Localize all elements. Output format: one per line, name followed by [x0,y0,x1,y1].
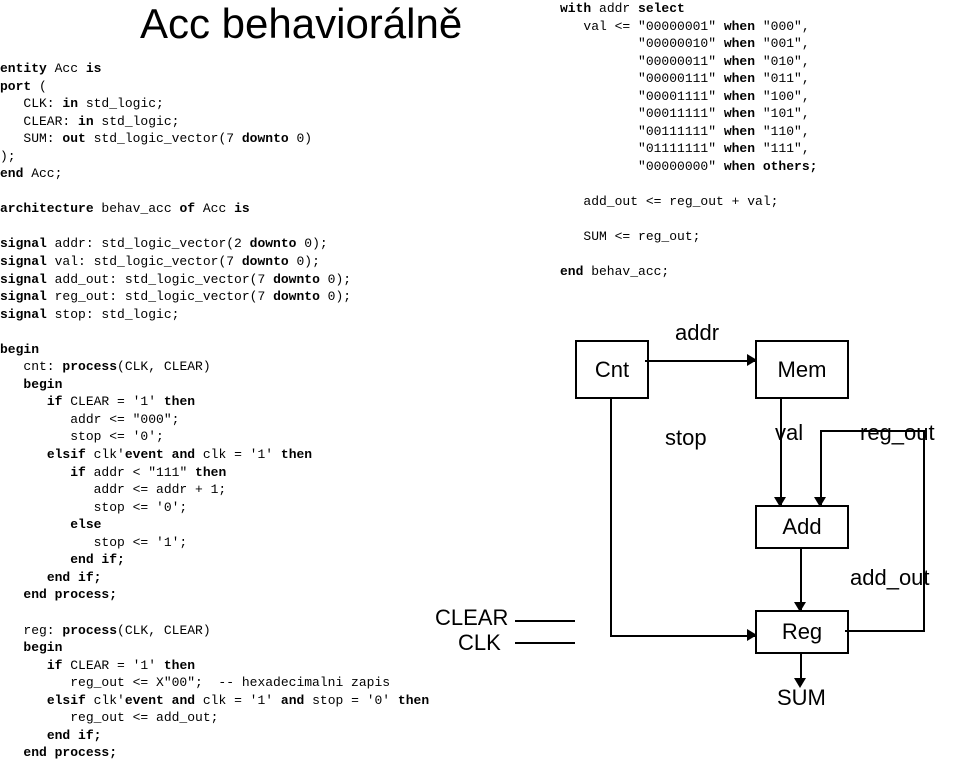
code-block-left: entity Acc is port ( CLK: in std_logic; … [0,60,429,762]
stop-label: stop [665,425,707,451]
sum-label: SUM [777,685,826,711]
reg-box: Reg [755,610,849,654]
cnt-box: Cnt [575,340,649,399]
mem-box: Mem [755,340,849,399]
addr-label: addr [675,320,719,346]
page-title: Acc behaviorálně [140,0,462,48]
block-diagram: Cnt Mem Add Reg addr stop val reg_out ad… [555,320,955,720]
addout-label: add_out [850,565,930,591]
add-box: Add [755,505,849,549]
code-block-right: with addr select val <= "00000001" when … [560,0,817,281]
clear-label: CLEAR [435,605,508,631]
clk-label: CLK [458,630,501,656]
